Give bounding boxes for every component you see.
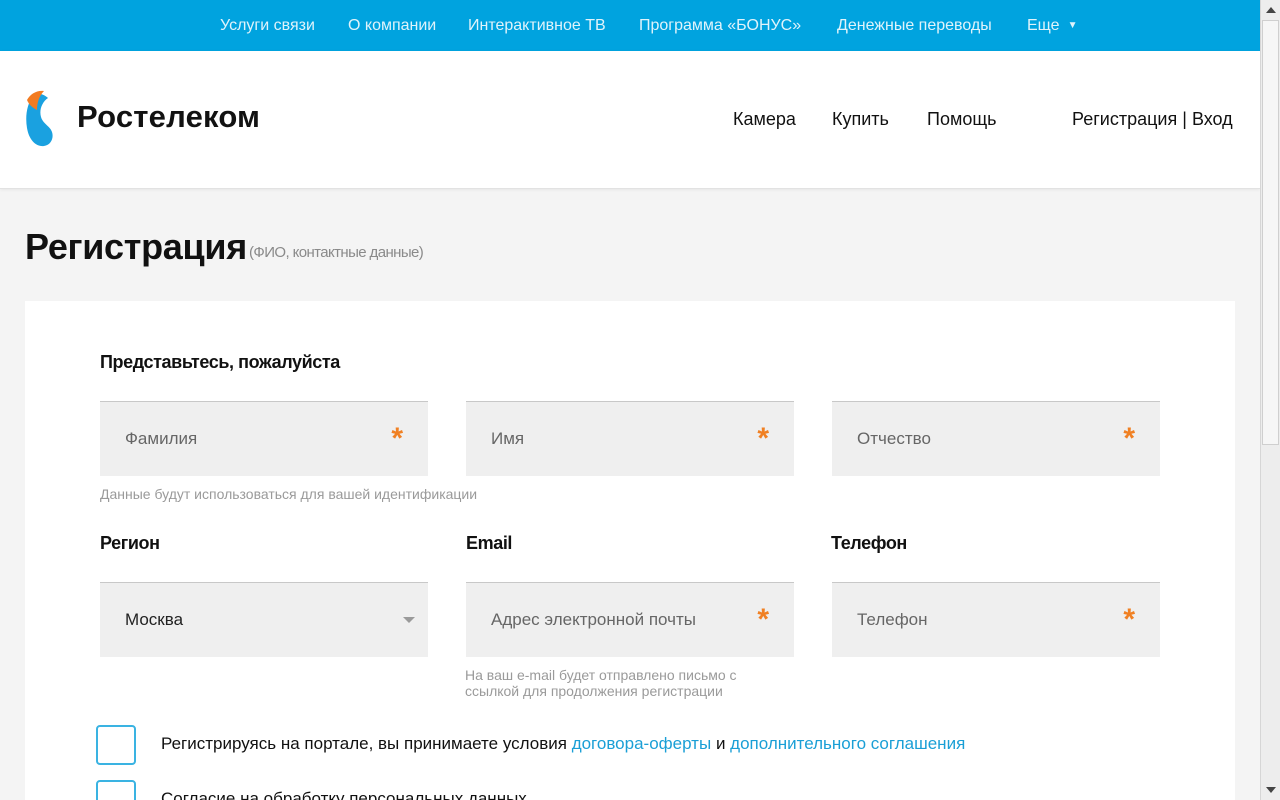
identification-hint: Данные будут использоваться для вашей ид… — [100, 486, 478, 502]
first-name-placeholder: Имя — [491, 429, 525, 448]
caret-down-icon: ▼ — [1067, 20, 1078, 31]
top-nav-item-interactive-tv[interactable]: Интерактивное ТВ — [468, 0, 606, 51]
email-field[interactable]: Адрес электронной почты * — [466, 582, 794, 657]
offer-link[interactable]: договора-оферты — [572, 734, 712, 753]
email-placeholder: Адрес электронной почты — [491, 610, 696, 629]
agreement-link[interactable]: дополнительного соглашения — [730, 734, 965, 753]
required-asterisk: * — [757, 603, 769, 636]
last-name-field[interactable]: Фамилия * — [100, 401, 428, 476]
last-name-placeholder: Фамилия — [125, 429, 198, 448]
top-nav-item-bonus[interactable]: Программа «БОНУС» — [639, 0, 801, 51]
required-asterisk: * — [1123, 422, 1135, 455]
top-nav-item-services[interactable]: Услуги связи — [220, 0, 315, 51]
phone-label: Телефон — [831, 533, 907, 553]
phone-placeholder: Телефон — [857, 610, 928, 629]
rostelecom-logo-icon[interactable] — [24, 90, 64, 148]
login-link[interactable]: Вход — [1192, 109, 1233, 129]
auth-separator: | — [1182, 109, 1187, 129]
header-nav-camera[interactable]: Камера — [733, 109, 796, 130]
top-nav-label: Программа «БОНУС» — [639, 16, 802, 34]
top-nav-label: Услуги связи — [220, 16, 315, 34]
required-asterisk: * — [1123, 603, 1135, 636]
phone-field[interactable]: Телефон * — [832, 582, 1160, 657]
registration-form-card: Представьтесь, пожалуйста Фамилия * Имя … — [25, 301, 1235, 800]
top-nav-label: Интерактивное ТВ — [468, 16, 606, 34]
top-nav-item-money-transfers[interactable]: Денежные переводы — [837, 0, 992, 51]
top-nav-label: Денежные переводы — [837, 16, 992, 34]
middle-name-field[interactable]: Отчество * — [832, 401, 1160, 476]
first-name-field[interactable]: Имя * — [466, 401, 794, 476]
terms-label: Регистрируясь на портале, вы принимаете … — [161, 734, 567, 753]
email-hint-line: ссылкой для продолжения регистрации — [465, 683, 723, 699]
region-label: Регион — [100, 533, 160, 553]
email-hint-line: На ваш e-mail будет отправлено письмо с — [465, 667, 737, 683]
top-navigation-bar: Услуги связи О компании Интерактивное ТВ… — [0, 0, 1260, 51]
top-nav-item-more[interactable]: Еще ▼ — [1027, 0, 1077, 51]
header-auth: Регистрация | Вход — [1072, 109, 1233, 130]
intro-label: Представьтесь, пожалуйста — [100, 352, 340, 372]
terms-checkbox[interactable] — [96, 725, 136, 765]
middle-name-placeholder: Отчество — [857, 429, 931, 448]
scroll-down-icon[interactable] — [1263, 782, 1279, 798]
required-asterisk: * — [757, 422, 769, 455]
consent-checkbox[interactable] — [96, 780, 136, 800]
page-scrollbar[interactable] — [1260, 0, 1280, 800]
top-nav-item-about[interactable]: О компании — [348, 0, 436, 51]
region-value: Москва — [125, 610, 184, 629]
page-subtitle: (ФИО, контактные данные) — [249, 244, 424, 261]
consent-text: Согласие на обработку персональных данны… — [161, 789, 527, 800]
register-link[interactable]: Регистрация — [1072, 109, 1177, 129]
terms-text: Регистрируясь на портале, вы принимаете … — [161, 734, 965, 754]
top-nav-label: Еще — [1027, 16, 1060, 34]
header-nav-help[interactable]: Помощь — [927, 109, 997, 130]
site-header: Ростелеком Камера Купить Помощь Регистра… — [0, 51, 1260, 189]
scroll-up-icon[interactable] — [1263, 2, 1279, 18]
top-nav-label: О компании — [348, 16, 437, 34]
brand-name[interactable]: Ростелеком — [77, 99, 260, 135]
scrollbar-thumb[interactable] — [1262, 20, 1279, 445]
page-title: Регистрация — [25, 226, 247, 267]
required-asterisk: * — [391, 422, 403, 455]
chevron-down-icon — [403, 617, 415, 623]
header-nav-buy[interactable]: Купить — [832, 109, 889, 130]
region-select[interactable]: Москва — [100, 582, 428, 657]
terms-and: и — [715, 734, 726, 753]
email-hint: На ваш e-mail будет отправлено письмо с … — [465, 667, 737, 699]
email-label: Email — [466, 533, 513, 553]
